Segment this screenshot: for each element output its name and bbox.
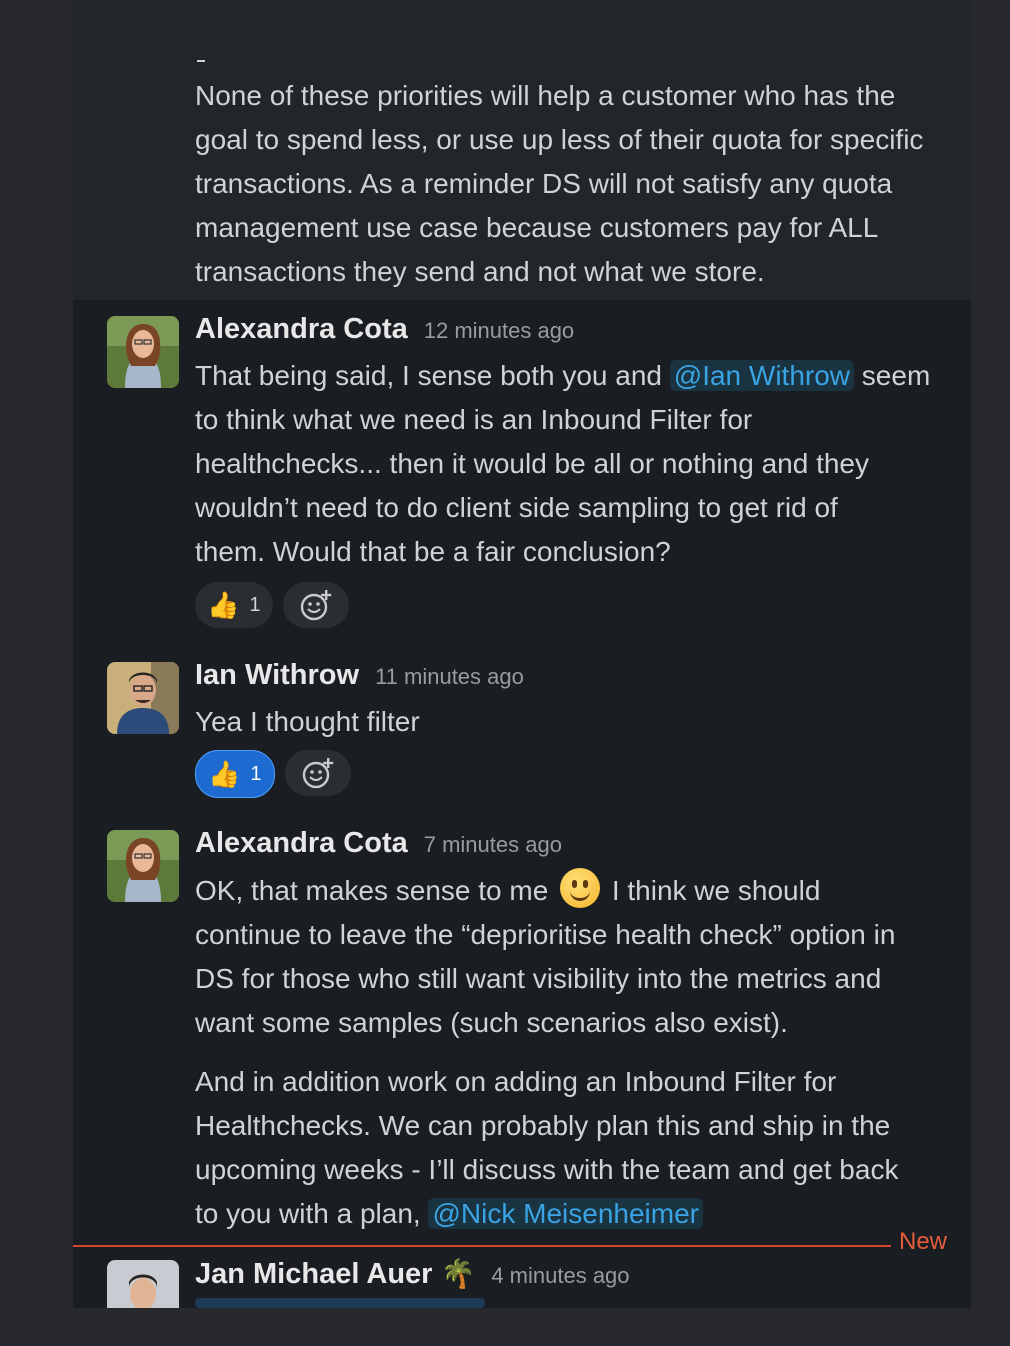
message-line: want some samples (such scenarios also e… (195, 1007, 788, 1038)
timestamp[interactable]: 12 minutes ago (424, 318, 574, 344)
message-text: OK, that makes sense to me (195, 875, 557, 906)
message-header: Alexandra Cota 12 minutes ago (195, 313, 574, 346)
message-text: That being said, I sense both you and (195, 360, 670, 391)
message-line: to think what we need is an Inbound Filt… (195, 404, 753, 435)
timestamp[interactable]: 7 minutes ago (424, 832, 562, 858)
message-line: DS for those who still want visibility i… (195, 963, 882, 994)
timestamp[interactable]: 4 minutes ago (491, 1263, 629, 1289)
thumbs-up-icon: 👍 (208, 759, 241, 789)
add-reaction-button[interactable] (284, 750, 351, 796)
author-name[interactable]: Alexandra Cota (195, 827, 408, 860)
message-body-paragraph: And in addition work on adding an Inboun… (195, 1060, 965, 1236)
reaction-bar: 👍 1 (195, 582, 349, 628)
reaction-count: 1 (249, 593, 261, 616)
slightly-smiling-face-icon (560, 868, 601, 908)
reaction-thumbs-up-selected[interactable]: 👍 1 (195, 750, 275, 798)
message-text: seem (854, 360, 931, 391)
message-line: And in addition work on adding an Inboun… (195, 1066, 837, 1097)
previous-message-dash (197, 60, 205, 62)
message-line: to you with a plan, @Nick Meisenheimer (195, 1192, 965, 1236)
add-reaction-icon (300, 590, 331, 621)
previous-message-line: transactions. As a reminder DS will not … (195, 168, 893, 199)
message-line: That being said, I sense both you and @I… (195, 354, 965, 398)
mention-ian-withrow[interactable]: @Ian Withrow (669, 360, 855, 391)
previous-message-line: goal to spend less, or use up less of th… (195, 124, 924, 155)
previous-message-line: None of these priorities will help a cus… (195, 80, 896, 111)
message-line: upcoming weeks - I’ll discuss with the t… (195, 1154, 899, 1185)
message-header: Jan Michael Auer 🌴 4 minutes ago (195, 1257, 630, 1291)
new-messages-divider (73, 1245, 891, 1247)
thumbs-up-icon: 👍 (207, 590, 240, 620)
message-body: Yea I thought filter (195, 700, 965, 744)
avatar-alexandra-cota[interactable] (107, 316, 179, 388)
message-line: Yea I thought filter (195, 706, 420, 737)
avatar-jan-michael-auer[interactable] (107, 1260, 179, 1308)
reaction-thumbs-up[interactable]: 👍 1 (195, 582, 273, 628)
message-line: wouldn’t need to do client side sampling… (195, 492, 838, 523)
previous-message: None of these priorities will help a cus… (195, 74, 965, 294)
message-line: them. Would that be a fair conclusion? (195, 536, 671, 567)
message-text: to you with a plan, (195, 1198, 429, 1229)
add-reaction-button[interactable] (282, 582, 349, 628)
reaction-bar: 👍 1 (195, 750, 351, 798)
avatar-alexandra-cota[interactable] (107, 830, 179, 902)
author-name[interactable]: Ian Withrow (195, 659, 359, 692)
message-header: Ian Withrow 11 minutes ago (195, 659, 524, 692)
new-messages-label: New (899, 1228, 948, 1255)
previous-message-line: transactions they send and not what we s… (195, 256, 765, 287)
cut-off-mention (195, 1298, 485, 1308)
message-line: healthchecks... then it would be all or … (195, 448, 869, 479)
add-reaction-icon (302, 758, 333, 789)
timestamp[interactable]: 11 minutes ago (375, 664, 524, 690)
mention-nick-meisenheimer[interactable]: @Nick Meisenheimer (428, 1198, 703, 1229)
reaction-count: 1 (250, 762, 262, 785)
message-line: OK, that makes sense to me I think we sh… (195, 868, 965, 913)
message-line: continue to leave the “deprioritise heal… (195, 919, 896, 950)
author-name[interactable]: Alexandra Cota (195, 313, 408, 346)
palm-tree-icon[interactable]: 🌴 (440, 1257, 475, 1290)
message-text: I think we should (604, 875, 821, 906)
message-body: That being said, I sense both you and @I… (195, 354, 965, 574)
author-name[interactable]: Jan Michael Auer (195, 1258, 432, 1291)
avatar-ian-withrow[interactable] (107, 662, 179, 734)
message-line: Healthchecks. We can probably plan this … (195, 1110, 891, 1141)
message-header: Alexandra Cota 7 minutes ago (195, 827, 562, 860)
previous-message-line: management use case because customers pa… (195, 212, 879, 243)
message-body: OK, that makes sense to me I think we sh… (195, 868, 965, 1045)
